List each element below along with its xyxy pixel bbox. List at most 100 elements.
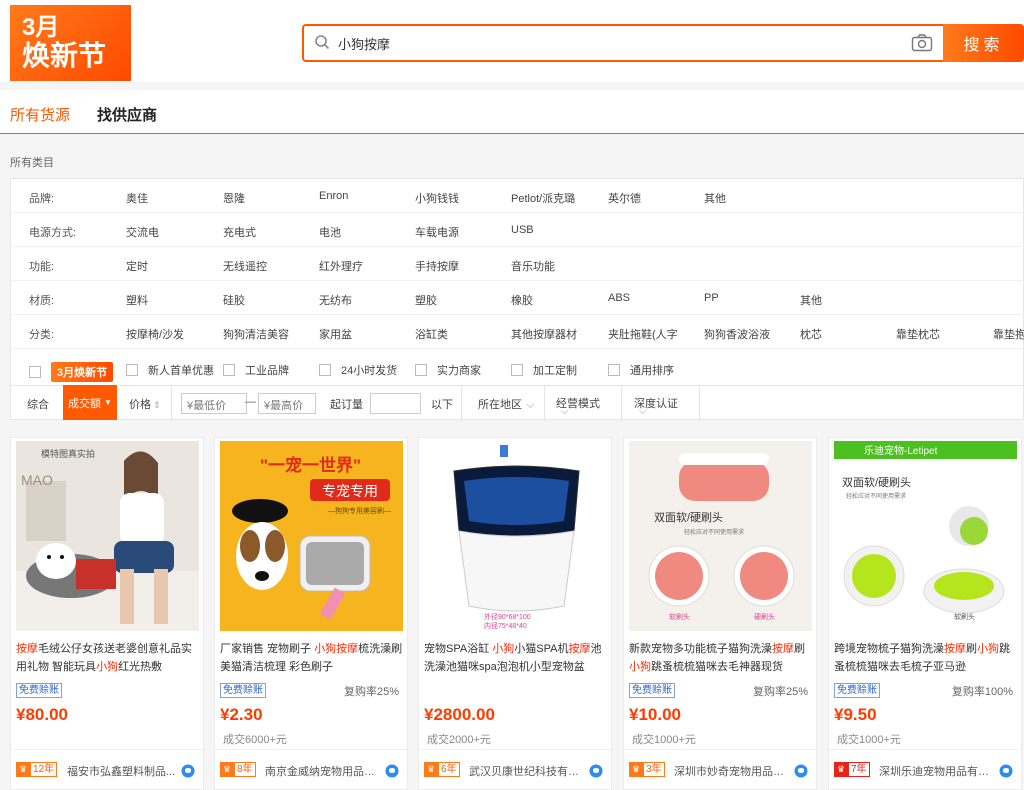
title-text: 厂家销售 宠物刷子	[220, 643, 315, 655]
company-name[interactable]: 武汉贝康世纪科技有限...	[469, 763, 584, 779]
check-new-user[interactable]: 新人首单优惠	[126, 362, 214, 378]
repurchase-rate: 复购率25%	[752, 686, 808, 698]
sort-volume[interactable]: 成交额 ▼	[63, 385, 117, 420]
filter-option[interactable]: 无线遥控	[223, 258, 267, 274]
checkbox[interactable]	[511, 364, 523, 376]
filter-option[interactable]: 靠垫抱枕	[993, 326, 1024, 342]
filter-option[interactable]: 狗狗清洁美容	[223, 326, 289, 342]
divider	[461, 386, 462, 421]
title-highlight: 按摩	[568, 643, 591, 655]
filter-option[interactable]: Petlot/派克璐	[511, 190, 575, 206]
product-image[interactable]: 乐迪宠物-Letipet 双面软/硬刷头 轻松应对不同使用需求 硬刷头 软刷头	[834, 441, 1017, 631]
search-input[interactable]	[338, 32, 898, 54]
filter-option[interactable]: 小狗钱钱	[415, 190, 459, 206]
product-title[interactable]: 宠物SPA浴缸 小狗小猫SPA机按摩池洗澡池猫咪spa泡泡机小型宠物盆	[424, 640, 608, 676]
max-price-input[interactable]: ¥最高价	[258, 393, 316, 414]
product-card[interactable]: 模特图真实拍 MAO 按摩毛绒公仔女孩送老婆创意礼品实用礼物 智能玩具小狗红光热…	[10, 437, 204, 790]
filter-option[interactable]: 狗狗香波浴液	[704, 326, 770, 342]
chat-icon[interactable]	[589, 764, 603, 778]
filter-option[interactable]: 交流电	[126, 224, 159, 240]
product-title[interactable]: 新款宠物多功能梳子猫狗洗澡按摩刷 小狗跳蚤梳梳猫咪去毛神器现货	[629, 640, 813, 676]
filter-option[interactable]: 其他按摩器材	[511, 326, 577, 342]
checkbox[interactable]	[319, 364, 331, 376]
product-card[interactable]: 外径90*68*100 内径75*48*40 宠物SPA浴缸 小狗小猫SPA机按…	[418, 437, 612, 790]
search-button[interactable]: 搜索	[943, 24, 1024, 62]
filter-option[interactable]: 手持按摩	[415, 258, 459, 274]
filter-option[interactable]: 硅胶	[223, 292, 245, 308]
filter-option[interactable]: USB	[511, 224, 534, 236]
filter-option[interactable]: ABS	[608, 292, 630, 304]
company-name[interactable]: 深圳市妙奇宠物用品有...	[674, 763, 789, 779]
check-power-merchant[interactable]: 实力商家	[415, 362, 481, 378]
filter-option[interactable]: 定时	[126, 258, 148, 274]
filter-option[interactable]: 橡胶	[511, 292, 533, 308]
region-dropdown[interactable]: 所在地区 ⌵	[478, 396, 534, 412]
title-text: 跨境宠物梳子猫狗洗澡	[834, 643, 944, 655]
search-icon	[315, 35, 330, 50]
sort-comprehensive[interactable]: 综合	[27, 396, 49, 412]
filter-option[interactable]: 其他	[800, 292, 822, 308]
product-card[interactable]: 乐迪宠物-Letipet 双面软/硬刷头 轻松应对不同使用需求 硬刷头 软刷头 …	[828, 437, 1022, 790]
company-name[interactable]: 深圳乐迪宠物用品有限...	[879, 763, 994, 779]
product-image[interactable]: 模特图真实拍 MAO	[16, 441, 199, 631]
filter-option[interactable]: 塑料	[126, 292, 148, 308]
tab-all-sources[interactable]: 所有货源	[10, 104, 70, 125]
checkbox[interactable]	[608, 364, 620, 376]
sort-price[interactable]: 价格 ⇕	[129, 396, 161, 412]
min-price-input[interactable]: ¥最低价	[181, 393, 247, 414]
chat-icon[interactable]	[999, 764, 1013, 778]
check-custom[interactable]: 加工定制	[511, 362, 577, 378]
filter-option[interactable]: 家用盆	[319, 326, 352, 342]
filter-option[interactable]: 充电式	[223, 224, 256, 240]
checkbox[interactable]	[415, 364, 427, 376]
filter-option[interactable]: 电池	[319, 224, 341, 240]
product-image[interactable]: 外径90*68*100 内径75*48*40	[424, 441, 607, 631]
filter-option[interactable]: 枕芯	[800, 326, 822, 342]
product-title[interactable]: 厂家销售 宠物刷子 小狗按摩梳洗澡刷 美猫清洁梳理 彩色刷子	[220, 640, 404, 676]
product-card[interactable]: 双面软/硬刷头 轻松应对不同使用需求 软刷头 硬刷头 新款宠物多功能梳子猫狗洗澡…	[623, 437, 817, 790]
promo-logo[interactable]: 3月 焕新节	[10, 5, 131, 81]
check-24h[interactable]: 24小时发货	[319, 362, 397, 378]
filter-option[interactable]: 音乐功能	[511, 258, 555, 274]
filter-option[interactable]: PP	[704, 292, 719, 304]
checkbox[interactable]	[126, 364, 138, 376]
years-count: 8年	[234, 762, 256, 777]
company-name[interactable]: 福安市弘鑫塑料制品...	[67, 763, 182, 779]
title-text: 小猫SPA机	[514, 643, 569, 655]
filter-option[interactable]: 浴缸类	[415, 326, 448, 342]
filter-option[interactable]: 恩隆	[223, 190, 245, 206]
filter-option[interactable]: 车载电源	[415, 224, 459, 240]
product-title[interactable]: 跨境宠物梳子猫狗洗澡按摩刷小狗跳蚤梳梳猫咪去毛梳子亚马逊	[834, 640, 1018, 676]
camera-icon[interactable]	[911, 33, 933, 53]
chat-icon[interactable]	[181, 764, 195, 778]
chat-icon[interactable]	[385, 764, 399, 778]
product-title[interactable]: 按摩毛绒公仔女孩送老婆创意礼品实用礼物 智能玩具小狗红光热敷	[16, 640, 200, 676]
check-general-sort[interactable]: 通用排序	[608, 362, 674, 378]
filter-option[interactable]: 英尔德	[608, 190, 641, 206]
filter-option[interactable]: 靠垫枕芯	[896, 326, 940, 342]
product-card[interactable]: "一宠一世界" 专宠专用 —狗狗专用美容刷— 厂家销售 宠物刷子 小狗按摩梳洗澡…	[214, 437, 408, 790]
product-price: ¥80.00	[16, 705, 68, 724]
all-categories-link[interactable]: 所有类目	[10, 154, 54, 170]
image-sub: 轻松应对不同使用需求	[684, 528, 744, 536]
price-dash: —	[245, 396, 256, 408]
checkbox[interactable]	[29, 366, 41, 378]
image-title: 双面软/硬刷头	[842, 475, 911, 489]
filter-option[interactable]: 奥佳	[126, 190, 148, 206]
product-image[interactable]: 双面软/硬刷头 轻松应对不同使用需求 软刷头 硬刷头	[629, 441, 812, 631]
moq-input[interactable]	[370, 393, 421, 414]
filter-option[interactable]: 无纺布	[319, 292, 352, 308]
checkbox[interactable]	[223, 364, 235, 376]
filter-option[interactable]: 按摩椅/沙发	[126, 326, 184, 342]
company-name[interactable]: 南京金威纳宠物用品有...	[265, 763, 380, 779]
filter-option[interactable]: 其他	[704, 190, 726, 206]
filter-option[interactable]: 夹肚拖鞋(人字	[608, 326, 698, 342]
filter-option[interactable]: 红外理疗	[319, 258, 363, 274]
check-industrial[interactable]: 工业品牌	[223, 362, 289, 378]
filter-option[interactable]: Enron	[319, 190, 348, 202]
tab-find-supplier[interactable]: 找供应商	[97, 104, 157, 125]
product-image[interactable]: "一宠一世界" 专宠专用 —狗狗专用美容刷—	[220, 441, 403, 631]
chat-icon[interactable]	[794, 764, 808, 778]
filter-option[interactable]: 塑胶	[415, 292, 437, 308]
check-promo[interactable]: 3月焕新节	[29, 362, 114, 382]
